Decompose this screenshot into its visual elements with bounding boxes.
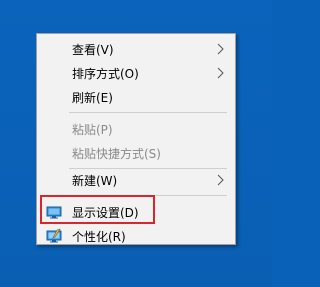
menu-item-new[interactable]: 新建(W) (37, 168, 235, 192)
menu-item-new-label: 新建(W) (72, 173, 118, 188)
menu-separator (69, 112, 227, 113)
menu-item-display-settings-label: 显示设置(D) (72, 205, 139, 220)
menu-item-view-label: 查看(V) (72, 42, 114, 57)
menu-item-view[interactable]: 查看(V) (37, 37, 235, 61)
display-settings-icon (46, 206, 62, 219)
menu-item-display-settings[interactable]: 显示设置(D) (37, 200, 235, 224)
chevron-right-icon (217, 174, 224, 186)
menu-item-paste-label: 粘贴(P) (72, 122, 113, 137)
menu-item-paste-shortcut-label: 粘贴快捷方式(S) (72, 146, 161, 161)
menu-item-sort-by[interactable]: 排序方式(O) (37, 61, 235, 85)
menu-item-sort-by-label: 排序方式(O) (72, 66, 139, 81)
menu-item-paste-shortcut: 粘贴快捷方式(S) (37, 141, 235, 165)
chevron-right-icon (217, 43, 224, 55)
menu-item-personalize[interactable]: 个性化(R) (37, 224, 235, 248)
menu-item-personalize-label: 个性化(R) (72, 229, 126, 244)
menu-separator (69, 195, 227, 196)
menu-item-refresh-label: 刷新(E) (72, 90, 113, 105)
personalize-icon (46, 228, 62, 243)
menu-item-refresh[interactable]: 刷新(E) (37, 85, 235, 109)
chevron-right-icon (217, 67, 224, 79)
desktop-context-menu: 查看(V) 排序方式(O) 刷新(E) 粘贴(P) 粘贴快捷方式(S) 新建(W… (36, 33, 236, 245)
menu-item-paste: 粘贴(P) (37, 117, 235, 141)
